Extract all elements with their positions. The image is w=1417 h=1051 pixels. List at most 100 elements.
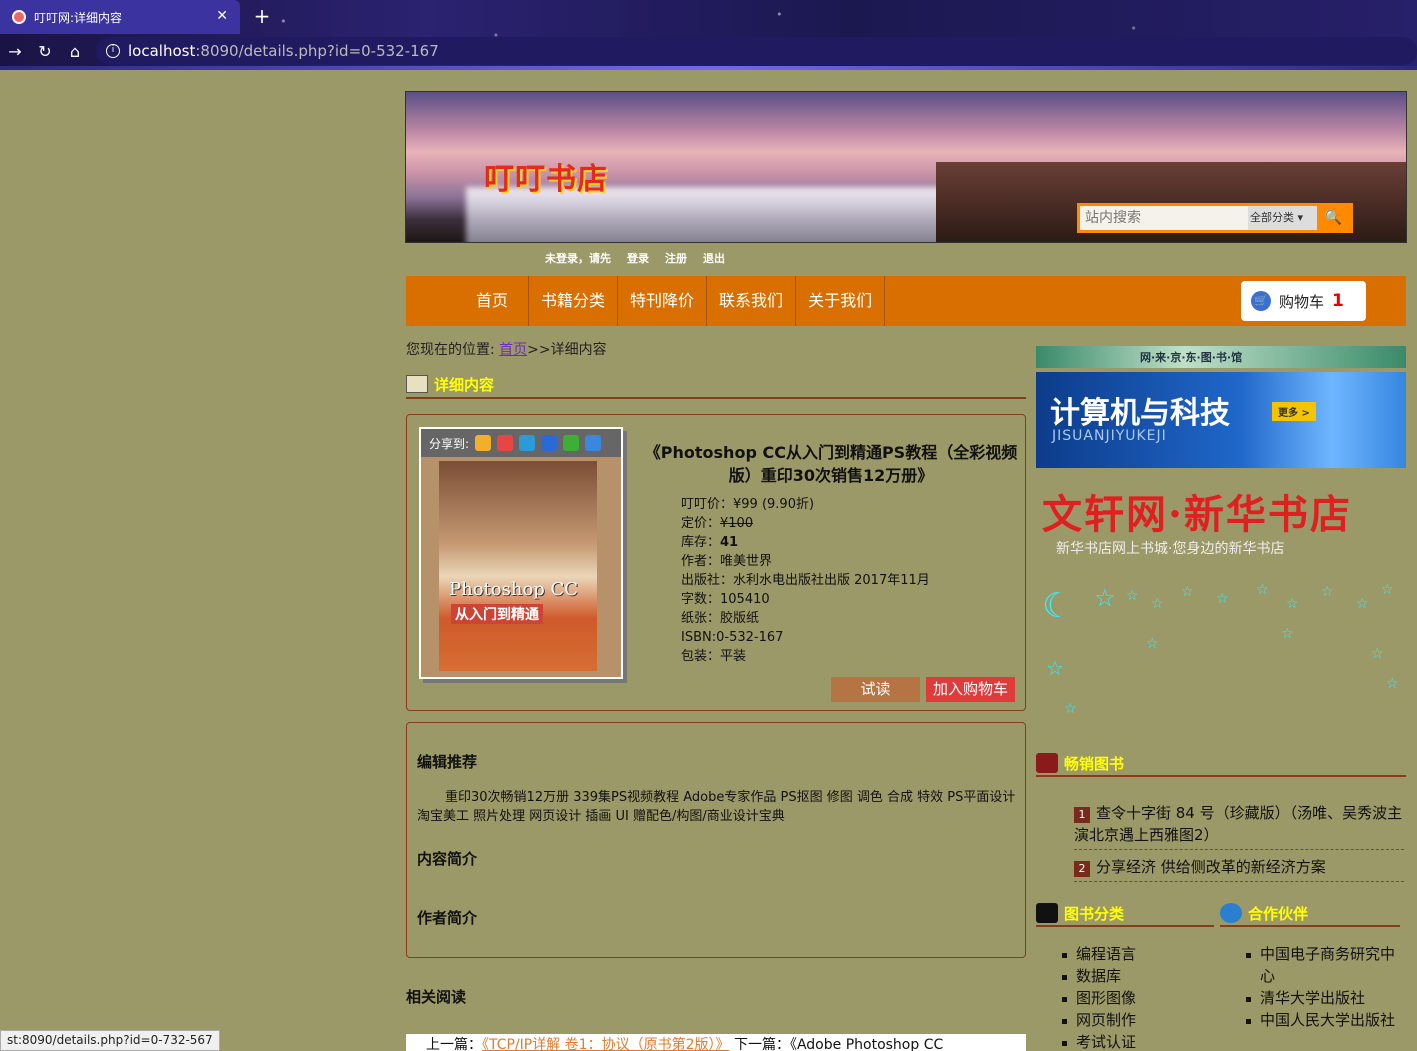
star-icon: ☆ — [1256, 582, 1269, 598]
hot-book-title[interactable]: 分享经济 供给侧改革的新经济方案 — [1096, 858, 1326, 876]
hot-book-title[interactable]: 查令十字街 84 号（珍藏版）（汤唯、吴秀波主演北京遇上西雅图2） — [1074, 804, 1402, 844]
menu-categories[interactable]: 书籍分类 — [529, 276, 619, 326]
star-icon: ☆ — [1046, 656, 1064, 680]
search-icon: 🔍 — [1324, 210, 1343, 226]
wenxuan-title: 文轩网·新华书店 — [1042, 491, 1352, 538]
share-qzone-icon[interactable] — [475, 435, 492, 451]
category-item[interactable]: 图形图像 — [1062, 987, 1136, 1009]
cover-image — [439, 461, 597, 671]
list-price-label: 定价： — [681, 516, 721, 531]
search-category-select[interactable]: 全部分类 ▾ — [1248, 206, 1317, 230]
share-weibo-icon[interactable] — [497, 435, 514, 451]
book-category-label: 图书分类 — [1064, 904, 1125, 923]
register-link[interactable]: 注册 — [665, 250, 687, 266]
add-to-cart-button[interactable]: 加入购物车 — [926, 677, 1015, 702]
share-renren-icon[interactable] — [541, 435, 558, 451]
search-button[interactable]: 🔍 — [1317, 206, 1350, 230]
globe-icon — [1220, 903, 1242, 923]
jd-book-ad[interactable]: 网·来·京·东·图·书·馆 — [1036, 346, 1406, 368]
ad-more-button[interactable]: 更多 > — [1272, 402, 1316, 421]
book-category-title: 图书分类 — [1036, 901, 1214, 927]
category-item[interactable]: 考试认证 — [1062, 1031, 1136, 1051]
browser-chrome: 叮叮网:详细内容 ✕ + → ↻ ⌂ i localhost:8090/deta… — [0, 0, 1417, 70]
computer-tech-ad[interactable]: 计算机与科技 JISUANJIYUKEJI 更多 > — [1036, 372, 1406, 468]
hot-books-title: 畅销图书 — [1036, 751, 1406, 777]
stock-label: 库存： — [681, 535, 721, 550]
star-icon: ☆ — [1321, 584, 1334, 600]
menu-about[interactable]: 关于我们 — [796, 276, 886, 326]
wenxuan-ad[interactable]: 文轩网·新华书店 新华书店网上书城·您身边的新华书店 — [1042, 482, 1402, 557]
breadcrumb-home-link[interactable]: 首页 — [499, 342, 527, 358]
related-links: 上一篇：《TCP/IP详解 卷1：协议（原书第2版）》 下一篇：《Adobe P… — [406, 1034, 1026, 1051]
next-link[interactable]: 《Adobe Photoshop CC — [790, 1037, 943, 1051]
site-banner: 叮叮书店 全部分类 ▾ 🔍 — [405, 91, 1407, 243]
category-item[interactable]: 网页制作 — [1062, 1009, 1136, 1031]
book-author: 作者：唯美世界 — [681, 554, 773, 569]
book-isbn: ISBN:0-532-167 — [681, 630, 784, 645]
description-panel: 编辑推荐 重印30次畅销12万册 339集PS视频教程 Adobe专家作品 PS… — [406, 722, 1026, 958]
next-label: 下一篇： — [733, 1037, 790, 1051]
site-logo[interactable]: 叮叮书店 — [484, 154, 608, 198]
home-icon[interactable]: ⌂ — [60, 42, 90, 61]
search-box: 全部分类 ▾ 🔍 — [1077, 203, 1353, 233]
wenxuan-subtitle: 新华书店网上书城·您身边的新华书店 — [1056, 541, 1285, 557]
partner-item[interactable]: 中国人民大学出版社 — [1246, 1009, 1406, 1031]
site-info-icon[interactable]: i — [106, 44, 120, 58]
cart-button[interactable]: 🛒 购物车 1 — [1241, 281, 1366, 321]
partners-title: 合作伙伴 — [1220, 901, 1400, 927]
breadcrumb-prefix: 您现在的位置: — [406, 342, 495, 358]
breadcrumb: 您现在的位置: 首页>>详细内容 — [406, 339, 607, 359]
new-tab-icon[interactable]: + — [250, 5, 274, 29]
partners-label: 合作伙伴 — [1248, 904, 1309, 923]
status-bar-url: st:8090/details.php?id=0-732-567 — [0, 1030, 220, 1051]
url-field[interactable]: i localhost:8090/details.php?id=0-532-16… — [96, 37, 1417, 65]
book-words: 字数：105410 — [681, 592, 770, 607]
tab-title: 叮叮网:详细内容 — [34, 10, 123, 25]
star-icon: ☆ — [1386, 676, 1399, 692]
rank-badge: 2 — [1074, 861, 1090, 877]
book-title: 《Photoshop CC从入门到精通PS教程（全彩视频版）重印30次销售12万… — [644, 443, 1018, 485]
jd-ad-text: 网·来·京·东·图·书·馆 — [1140, 351, 1243, 364]
star-icon: ☆ — [1216, 591, 1229, 607]
forward-icon[interactable]: → — [0, 42, 30, 61]
list-item[interactable]: 2 分享经济 供给侧改革的新经济方案 — [1074, 856, 1404, 882]
browser-tab[interactable]: 叮叮网:详细内容 ✕ — [0, 0, 240, 34]
search-input[interactable] — [1080, 206, 1248, 230]
logout-link[interactable]: 退出 — [703, 250, 725, 266]
prev-link[interactable]: 《TCP/IP详解 卷1：协议（原书第2版）》 — [482, 1037, 730, 1051]
menu-discount[interactable]: 特刊降价 — [618, 276, 708, 326]
book-paper: 纸张：胶版纸 — [681, 611, 760, 626]
stock-value: 41 — [720, 535, 739, 550]
favicon-icon — [12, 10, 26, 24]
try-read-button[interactable]: 试读 — [831, 677, 920, 702]
book-info: 叮叮价：¥99 (9.90折) 定价：¥100 库存：41 作者：唯美世界 出版… — [681, 495, 930, 666]
hot-books-label: 畅销图书 — [1064, 754, 1125, 773]
share-more-icon[interactable] — [585, 435, 602, 451]
hot-books-list: 1 查令十字街 84 号（珍藏版）（汤唯、吴秀波主演北京遇上西雅图2） 2 分享经济… — [1074, 802, 1404, 888]
book-publisher: 出版社：水利水电出版社出版 2017年11月 — [681, 573, 930, 588]
close-tab-icon[interactable]: ✕ — [216, 8, 228, 24]
address-bar-row: → ↻ ⌂ i localhost:8090/details.php?id=0-… — [0, 34, 1417, 68]
partner-item[interactable]: 中国电子商务研究中心 — [1246, 943, 1406, 987]
category-item[interactable]: 数据库 — [1062, 965, 1136, 987]
star-icon: ☆ — [1281, 626, 1294, 642]
book-stock-row: 库存：41 — [681, 533, 930, 552]
cart-icon: 🛒 — [1251, 291, 1271, 311]
login-link[interactable]: 登录 — [627, 250, 649, 266]
star-icon: ☆ — [1181, 584, 1194, 600]
search-category-label: 全部分类 — [1250, 211, 1294, 224]
breadcrumb-current: >>详细内容 — [527, 342, 607, 358]
reload-icon[interactable]: ↻ — [30, 42, 60, 61]
share-qq-icon[interactable] — [519, 435, 536, 451]
category-item[interactable]: 编程语言 — [1062, 943, 1136, 965]
partner-item[interactable]: 清华大学出版社 — [1246, 987, 1406, 1009]
list-item[interactable]: 1 查令十字街 84 号（珍藏版）（汤唯、吴秀波主演北京遇上西雅图2） — [1074, 802, 1404, 850]
star-icon: ☆ — [1286, 596, 1299, 612]
menu-home[interactable]: 首页 — [456, 276, 530, 326]
stack-icon — [1036, 903, 1058, 923]
editor-recommend-title: 编辑推荐 — [417, 753, 478, 771]
author-intro-title: 作者简介 — [417, 909, 478, 927]
menu-contact[interactable]: 联系我们 — [707, 276, 797, 326]
share-wechat-icon[interactable] — [563, 435, 580, 451]
detail-section-label: 详细内容 — [434, 375, 495, 394]
